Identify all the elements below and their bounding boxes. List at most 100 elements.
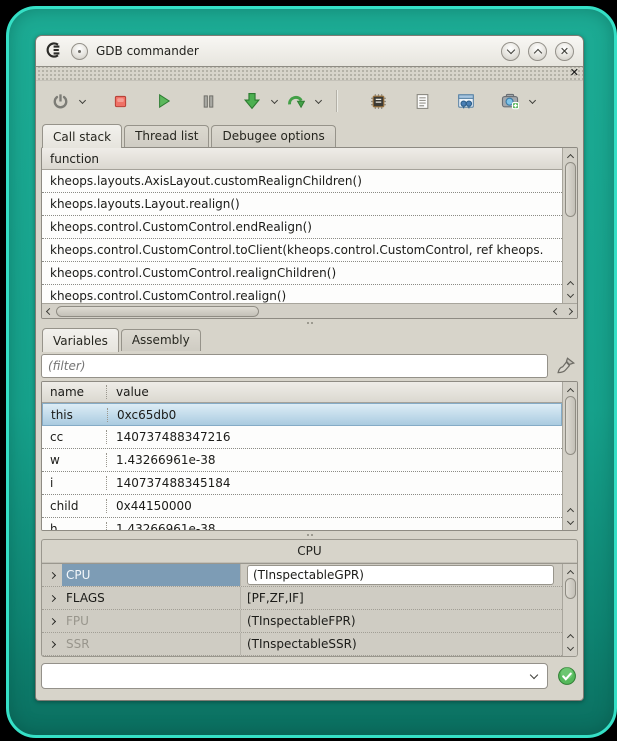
minimize-button[interactable] bbox=[501, 42, 520, 61]
chevron-down-icon bbox=[78, 96, 85, 103]
variable-name: child bbox=[42, 499, 107, 513]
column-header-name[interactable]: name bbox=[42, 385, 107, 399]
cpu-value-field[interactable]: (TInspectableGPR) bbox=[247, 565, 554, 585]
dock-close-button[interactable]: ✕ bbox=[570, 66, 579, 79]
callstack-vertical-scrollbar[interactable] bbox=[562, 148, 577, 303]
variables-panel: name value this 0xc65db0 cc 140737488347… bbox=[41, 381, 578, 531]
window-menu-button[interactable] bbox=[71, 43, 88, 60]
tab-call-stack[interactable]: Call stack bbox=[42, 124, 122, 148]
variable-value: 0x44150000 bbox=[107, 499, 562, 513]
expander-icon[interactable] bbox=[42, 642, 62, 647]
variables-vertical-scrollbar[interactable] bbox=[562, 382, 577, 530]
scroll-left-arrow[interactable] bbox=[43, 305, 56, 318]
cpu-row-name: FPU bbox=[62, 610, 241, 632]
pause-button[interactable] bbox=[196, 88, 220, 114]
filter-input[interactable] bbox=[41, 354, 548, 378]
stop-button[interactable] bbox=[108, 88, 132, 114]
scroll-thumb[interactable] bbox=[565, 162, 576, 217]
scroll-up-arrow[interactable] bbox=[564, 149, 577, 162]
scroll-up-arrow[interactable] bbox=[564, 629, 577, 642]
chevron-up-icon bbox=[533, 48, 541, 56]
variable-row[interactable]: h 1.43266961e-38 bbox=[42, 518, 562, 530]
panel-splitter[interactable] bbox=[41, 531, 578, 539]
scroll-up-arrow[interactable] bbox=[564, 503, 577, 516]
panel-splitter[interactable] bbox=[41, 319, 578, 327]
expander-icon[interactable] bbox=[42, 573, 62, 578]
combo-dropdown-button[interactable] bbox=[521, 664, 547, 688]
stop-icon bbox=[113, 94, 128, 109]
step-in-button[interactable] bbox=[240, 88, 264, 114]
variable-value: 140737488345184 bbox=[107, 476, 562, 490]
power-dropdown[interactable] bbox=[76, 88, 88, 114]
tab-thread-list[interactable]: Thread list bbox=[124, 125, 209, 147]
scroll-track[interactable] bbox=[564, 578, 577, 629]
scroll-left-arrow[interactable] bbox=[550, 305, 563, 318]
callstack-row[interactable]: kheops.control.CustomControl.realignChil… bbox=[42, 262, 562, 285]
cpu-panel-title: CPU bbox=[42, 540, 577, 563]
maximize-button[interactable] bbox=[528, 42, 547, 61]
callstack-row[interactable]: kheops.layouts.Layout.realign() bbox=[42, 193, 562, 216]
gdb-commander-window: GDB commander ✕ ✕ bbox=[35, 35, 584, 701]
tab-debugee-options[interactable]: Debugee options bbox=[211, 125, 335, 147]
callstack-row[interactable]: kheops.control.CustomControl.realign() bbox=[42, 285, 562, 303]
expander-icon[interactable] bbox=[42, 596, 62, 601]
scroll-track[interactable] bbox=[564, 396, 577, 503]
cpu-row[interactable]: FPU (TInspectableFPR) bbox=[42, 610, 562, 633]
command-input[interactable] bbox=[42, 666, 521, 686]
snapshot-button[interactable] bbox=[498, 88, 522, 114]
callstack-row[interactable]: kheops.control.CustomControl.toClient(kh… bbox=[42, 239, 562, 262]
scroll-right-arrow[interactable] bbox=[563, 305, 576, 318]
variable-name: cc bbox=[42, 430, 107, 444]
power-button[interactable] bbox=[48, 88, 72, 114]
variables-table: name value this 0xc65db0 cc 140737488347… bbox=[42, 382, 562, 530]
dock-handle[interactable]: ✕ bbox=[36, 67, 583, 81]
scroll-up-arrow[interactable] bbox=[564, 276, 577, 289]
callstack-header-function[interactable]: function bbox=[42, 148, 562, 170]
callstack-row[interactable]: kheops.control.CustomControl.endRealign(… bbox=[42, 216, 562, 239]
scroll-track[interactable] bbox=[564, 162, 577, 276]
close-button[interactable]: ✕ bbox=[555, 42, 574, 61]
cpu-table: CPU (TInspectableGPR) FLAGS [PF,ZF,IF] F… bbox=[42, 563, 577, 656]
callstack-row[interactable]: kheops.layouts.AxisLayout.customRealignC… bbox=[42, 170, 562, 193]
cpu-view-button[interactable] bbox=[366, 88, 390, 114]
run-button[interactable] bbox=[152, 88, 176, 114]
cpu-row-name: FLAGS bbox=[62, 587, 241, 609]
scroll-up-arrow[interactable] bbox=[564, 383, 577, 396]
scroll-thumb[interactable] bbox=[565, 578, 576, 599]
variable-row[interactable]: this 0xc65db0 bbox=[42, 403, 562, 426]
cpu-row[interactable]: FLAGS [PF,ZF,IF] bbox=[42, 587, 562, 610]
inspector-window-icon bbox=[457, 92, 475, 110]
callstack-horizontal-scrollbar[interactable] bbox=[42, 303, 577, 318]
watch-view-button[interactable] bbox=[454, 88, 478, 114]
variable-row[interactable]: w 1.43266961e-38 bbox=[42, 449, 562, 472]
tab-assembly[interactable]: Assembly bbox=[121, 329, 201, 351]
variable-name: this bbox=[43, 408, 108, 422]
step-over-dropdown[interactable] bbox=[312, 88, 324, 114]
scroll-track[interactable] bbox=[56, 305, 550, 318]
variable-row[interactable]: cc 140737488347216 bbox=[42, 426, 562, 449]
gdb-command-combobox[interactable] bbox=[41, 663, 548, 689]
scroll-thumb[interactable] bbox=[56, 306, 259, 317]
variable-row[interactable]: child 0x44150000 bbox=[42, 495, 562, 518]
column-header-value[interactable]: value bbox=[107, 385, 562, 399]
clear-filter-button[interactable] bbox=[554, 354, 578, 378]
step-over-button[interactable] bbox=[284, 88, 308, 114]
send-command-button[interactable] bbox=[556, 665, 578, 687]
output-view-button[interactable] bbox=[410, 88, 434, 114]
scroll-down-arrow[interactable] bbox=[564, 516, 577, 529]
variable-row[interactable]: i 140737488345184 bbox=[42, 472, 562, 495]
step-in-dropdown[interactable] bbox=[268, 88, 280, 114]
scroll-down-arrow[interactable] bbox=[564, 642, 577, 655]
scroll-up-arrow[interactable] bbox=[564, 565, 577, 578]
cpu-row-name: SSR bbox=[62, 633, 241, 655]
scroll-thumb[interactable] bbox=[565, 396, 576, 455]
scroll-down-arrow[interactable] bbox=[564, 289, 577, 302]
cpu-vertical-scrollbar[interactable] bbox=[562, 564, 577, 656]
menu-dot-icon bbox=[78, 50, 81, 53]
expander-icon[interactable] bbox=[42, 619, 62, 624]
snapshot-dropdown[interactable] bbox=[526, 88, 538, 114]
variable-name: w bbox=[42, 453, 107, 467]
cpu-row[interactable]: SSR (TInspectableSSR) bbox=[42, 633, 562, 656]
tab-variables[interactable]: Variables bbox=[42, 328, 119, 352]
cpu-row[interactable]: CPU (TInspectableGPR) bbox=[42, 564, 562, 587]
